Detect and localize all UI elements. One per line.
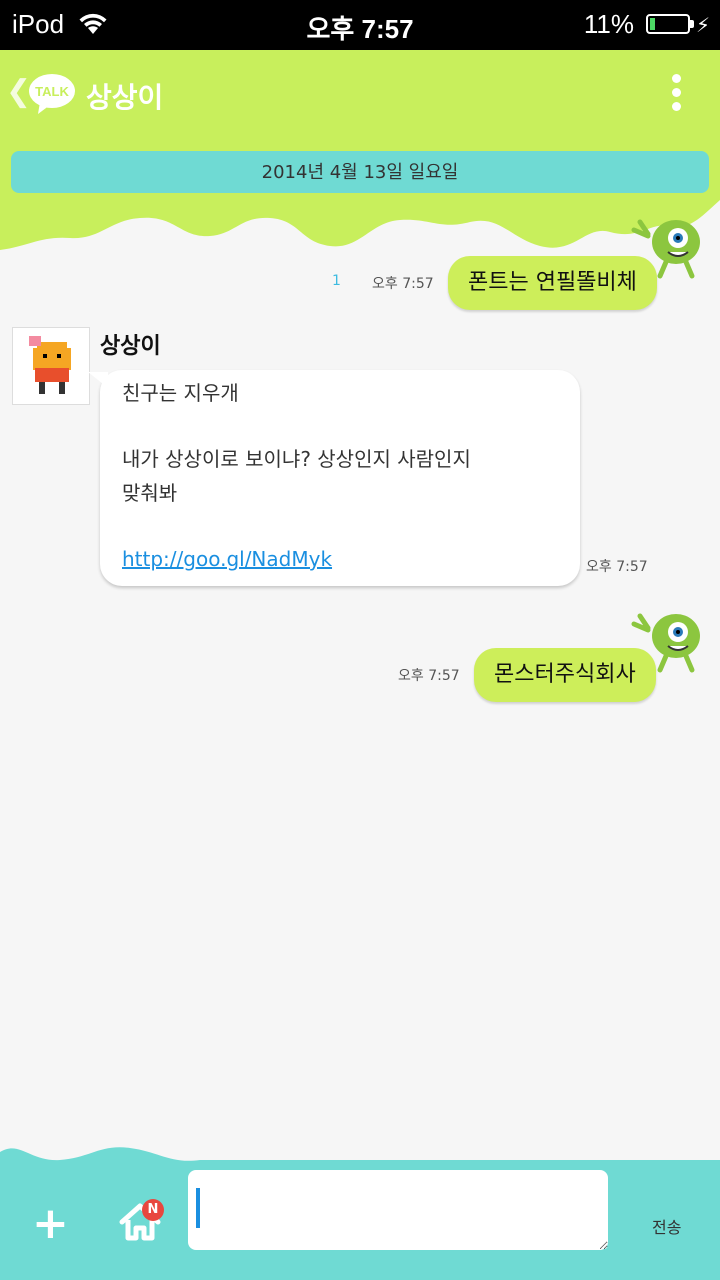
message-input[interactable]	[188, 1170, 608, 1250]
message-link[interactable]: http://goo.gl/NadMyk	[122, 542, 558, 576]
chat-title: 상상이	[86, 81, 164, 114]
unread-count: 1	[332, 273, 341, 289]
text-cursor	[196, 1188, 200, 1228]
message-time: 오후 7:57	[586, 559, 648, 575]
battery-percent: 11%	[583, 9, 634, 39]
outgoing-message-bubble[interactable]: 폰트는 연필똘비체	[448, 256, 657, 310]
kakaotalk-logo: TALK	[28, 72, 76, 120]
sender-avatar[interactable]	[12, 327, 90, 405]
incoming-message-bubble[interactable]: 친구는 지우개 내가 상상이로 보이냐? 상상인지 사람인지 맞춰봐 http:…	[88, 370, 580, 586]
send-button[interactable]: 전송	[652, 1214, 681, 1238]
status-bar: iPod 오후 7:57 11% ⚡	[0, 0, 720, 50]
add-attachment-button[interactable]: +	[32, 1202, 69, 1246]
more-options-button[interactable]	[670, 74, 682, 114]
message-time: 오후 7:57	[398, 668, 460, 684]
message-line: 맞춰봐	[122, 481, 178, 505]
date-banner: 2014년 4월 13일 일요일	[11, 151, 709, 193]
message-line: 내가 상상이로 보이냐? 상상인지 사람인지	[122, 447, 471, 471]
message-line: 친구는 지우개	[122, 381, 239, 405]
sender-name: 상상이	[100, 334, 161, 359]
svg-text:TALK: TALK	[35, 84, 69, 99]
outgoing-message-bubble[interactable]: 몬스터주식회사	[474, 648, 656, 702]
charging-icon: ⚡	[695, 13, 710, 37]
message-time: 오후 7:57	[372, 276, 434, 292]
battery-icon	[646, 14, 690, 34]
notification-badge: N	[142, 1199, 164, 1221]
